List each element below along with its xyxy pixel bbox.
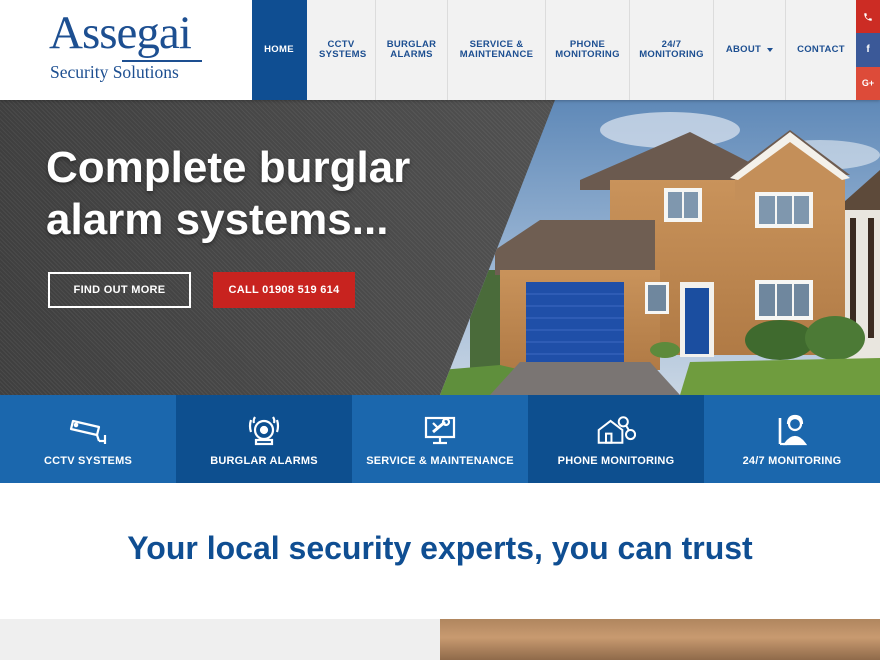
monitor-tools-icon <box>420 413 460 447</box>
nav-home-label: HOME <box>264 43 294 55</box>
service-cctv-label: CCTV SYSTEMS <box>44 455 132 467</box>
house-phone-icon <box>596 413 636 447</box>
hero-banner: Complete burglar alarm systems... FIND O… <box>0 100 880 395</box>
logo-tagline: Security Solutions <box>50 62 179 82</box>
google-plus-link[interactable]: G+ <box>856 66 880 100</box>
brick-wall-photo <box>440 619 880 660</box>
nav-about-label: ABOUT <box>725 43 762 55</box>
call-button[interactable]: CALL 01908 519 614 <box>213 272 355 308</box>
service-maintenance-label: SERVICE & MAINTENANCE <box>366 455 514 467</box>
phone-link[interactable] <box>856 0 880 34</box>
google-plus-icon: G+ <box>861 78 875 89</box>
nav-service-maintenance[interactable]: SERVICE & MAINTENANCE <box>448 0 546 100</box>
service-phone-label: PHONE MONITORING <box>557 455 675 467</box>
service-maintenance[interactable]: SERVICE & MAINTENANCE <box>352 395 528 483</box>
service-cctv-systems[interactable]: CCTV SYSTEMS <box>0 395 176 483</box>
nav-about[interactable]: ABOUT <box>714 0 786 100</box>
site-header: Assegai Security Solutions HOME CCTV SYS… <box>0 0 880 100</box>
intro-title: Your local security experts, you can tru… <box>127 530 753 566</box>
headset-operator-icon <box>772 413 812 447</box>
nav-cctv-systems[interactable]: CCTV SYSTEMS <box>307 0 376 100</box>
nav-cctv-label: CCTV SYSTEMS <box>319 38 367 60</box>
house-photo <box>440 100 880 395</box>
services-strip: CCTV SYSTEMS BURGLAR ALARMS SERVICE & MA… <box>0 395 880 483</box>
content-preview <box>0 619 880 660</box>
nav-burglar-alarms[interactable]: BURGLAR ALARMS <box>376 0 448 100</box>
cctv-camera-icon <box>68 413 108 447</box>
logo[interactable]: Assegai Security Solutions <box>0 0 252 100</box>
service-phone-monitoring[interactable]: PHONE MONITORING <box>528 395 704 483</box>
nav-contact[interactable]: CONTACT <box>786 0 856 100</box>
nav-burglar-label: BURGLAR ALARMS <box>386 38 437 60</box>
facebook-icon: f <box>866 44 870 56</box>
content-preview-notch <box>414 619 440 643</box>
nav-phone-monitoring[interactable]: PHONE MONITORING <box>546 0 630 100</box>
social-links: f G+ <box>856 0 880 100</box>
intro-section: Your local security experts, you can tru… <box>0 483 880 619</box>
hero-title: Complete burglar alarm systems... <box>46 143 411 244</box>
logo-name: Assegai <box>49 7 192 59</box>
nav-247-monitoring[interactable]: 24/7 MONITORING <box>630 0 714 100</box>
service-burglar-label: BURGLAR ALARMS <box>210 455 318 467</box>
nav-247-label: 24/7 MONITORING <box>639 38 704 60</box>
find-out-more-button[interactable]: FIND OUT MORE <box>48 272 191 308</box>
nav-home[interactable]: HOME <box>252 0 307 100</box>
nav-contact-label: CONTACT <box>797 43 845 55</box>
nav-service-label: SERVICE & MAINTENANCE <box>459 38 534 60</box>
chevron-down-icon <box>767 48 774 52</box>
content-preview-panel <box>0 619 440 660</box>
service-burglar-alarms[interactable]: BURGLAR ALARMS <box>176 395 352 483</box>
phone-icon <box>864 12 872 21</box>
facebook-link[interactable]: f <box>856 33 880 67</box>
service-247-monitoring[interactable]: 24/7 MONITORING <box>704 395 880 483</box>
main-nav: HOME CCTV SYSTEMS BURGLAR ALARMS SERVICE… <box>252 0 856 100</box>
nav-phone-label: PHONE MONITORING <box>555 38 620 60</box>
alarm-bell-icon <box>244 413 284 447</box>
service-247-label: 24/7 MONITORING <box>742 455 842 467</box>
